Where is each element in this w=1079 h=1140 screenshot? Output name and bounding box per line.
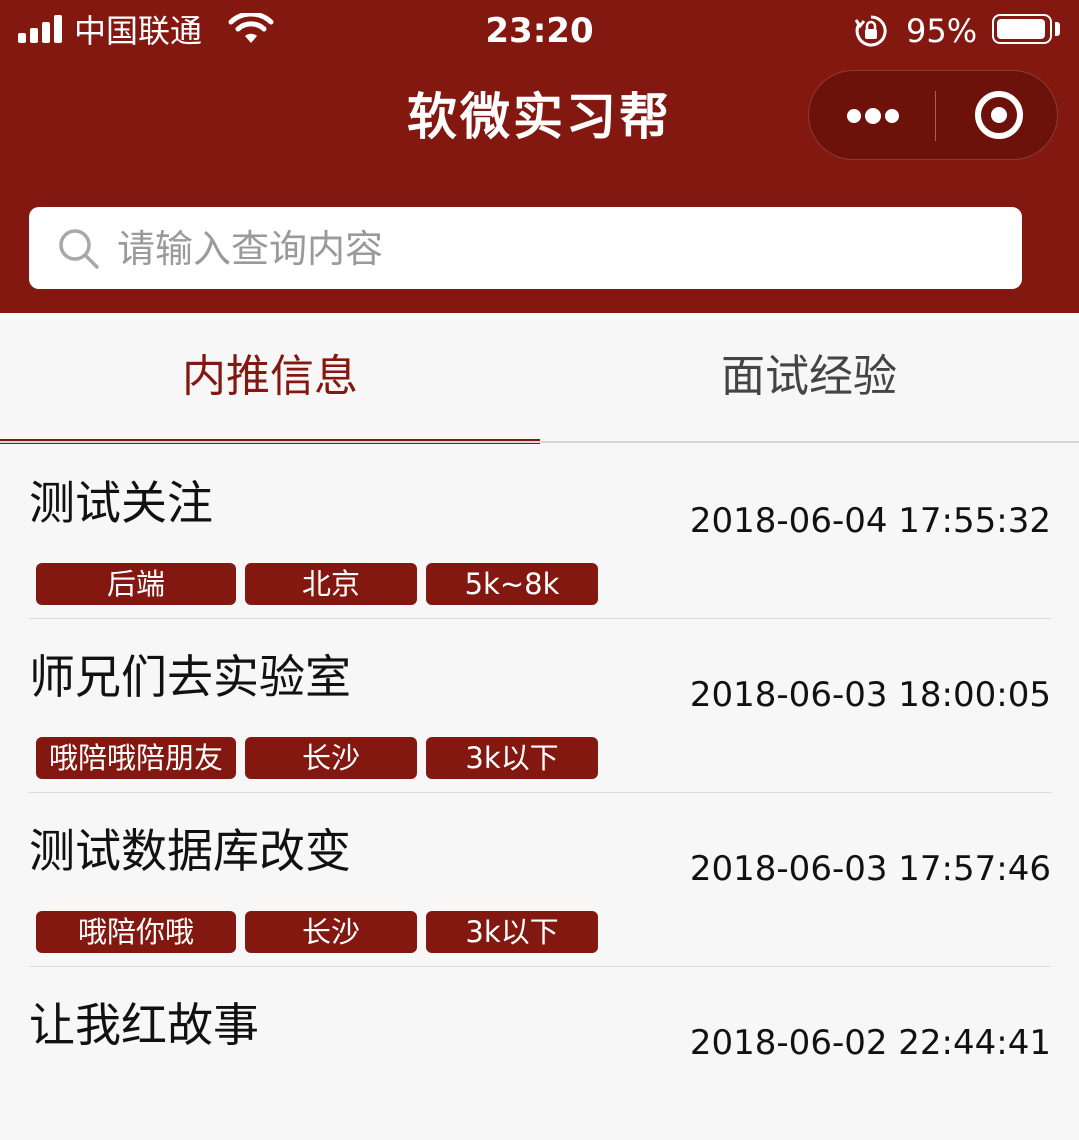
top-bar: 中国联通 23:20 95% 软微实习帮 [0,0,1079,313]
post-time: 2018-06-03 18:00:05 [689,675,1051,715]
tag-city: 北京 [245,563,417,605]
post-title: 让我红故事 [29,998,259,1052]
tag-salary: 3k以下 [426,737,598,779]
post-time: 2018-06-04 17:55:32 [689,501,1051,541]
mini-program-capsule [808,70,1058,160]
battery-level-fill [997,19,1045,39]
capsule-divider [935,91,936,141]
battery-tip [1055,22,1060,36]
post-time: 2018-06-03 17:57:46 [689,849,1051,889]
orientation-lock-icon [854,15,887,47]
status-bar: 中国联通 23:20 95% [0,0,1079,62]
list-item[interactable]: 师兄们去实验室 2018-06-03 18:00:05 哦陪哦陪朋友 长沙 3k… [29,619,1051,793]
tab-referral-info[interactable]: 内推信息 [0,313,540,441]
list-item[interactable]: 测试关注 2018-06-04 17:55:32 后端 北京 5k~8k [29,445,1051,619]
tag-city: 长沙 [245,737,417,779]
search-bar[interactable] [29,207,1022,289]
tab-bar: 内推信息 面试经验 [0,313,1079,444]
list-item[interactable]: 测试数据库改变 2018-06-03 17:57:46 哦陪你哦 长沙 3k以下 [29,793,1051,967]
tab-interview-experience[interactable]: 面试经验 [539,313,1079,441]
tag-salary: 5k~8k [426,563,598,605]
post-title: 测试数据库改变 [29,824,351,878]
search-input[interactable] [115,217,999,281]
tag-category: 后端 [36,563,236,605]
tag-city: 长沙 [245,911,417,953]
tag-salary: 3k以下 [426,911,598,953]
target-icon-center [991,107,1007,123]
list-item[interactable]: 让我红故事 2018-06-02 22:44:41 [29,967,1051,1140]
more-button[interactable] [809,71,933,159]
post-time: 2018-06-02 22:44:41 [689,1023,1051,1063]
post-title: 测试关注 [29,476,213,530]
close-button[interactable] [937,71,1057,159]
tab-divider [0,441,1079,443]
battery-percent: 95% [906,12,978,50]
tag-category: 哦陪你哦 [36,911,236,953]
search-icon [59,229,99,269]
tag-category: 哦陪哦陪朋友 [36,737,236,779]
post-title: 师兄们去实验室 [29,650,351,704]
battery-icon [992,14,1052,44]
